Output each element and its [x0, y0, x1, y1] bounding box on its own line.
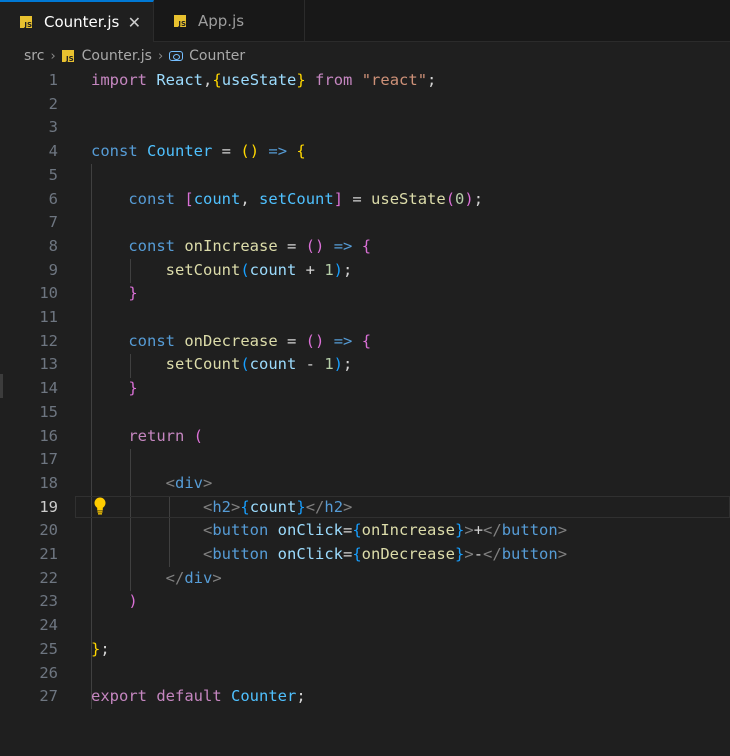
code-line-17: 17: [39, 450, 58, 469]
breadcrumb-symbol-label: Counter: [189, 48, 246, 64]
code-line-12: 12 const onDecrease = () => {: [39, 331, 372, 350]
code-line-15: 15: [39, 402, 58, 421]
code-line-1: 1 import React,{useState} from "react";: [48, 71, 437, 89]
code-line-8: 8 const onIncrease = () => {: [48, 236, 372, 255]
code-line-5: 5: [48, 165, 58, 184]
code-line-25: 25};: [39, 639, 110, 658]
code-line-7: 7: [48, 213, 58, 232]
js-file-icon: [20, 16, 32, 29]
code-line-26: 26: [39, 663, 58, 682]
code-line-23: 23 ): [39, 592, 138, 611]
chevron-right-icon: ›: [157, 48, 164, 64]
js-file-icon: [174, 15, 186, 28]
code-line-10: 10 }: [39, 284, 138, 303]
chevron-right-icon: ›: [50, 48, 56, 64]
code-line-19: 19 <h2>{count}</h2>: [0, 495, 730, 520]
code-line-13: 13 setCount(count - 1);: [39, 355, 353, 374]
code-line-9: 9 setCount(count + 1);: [48, 260, 353, 279]
breadcrumb-symbol[interactable]: Counter: [169, 48, 245, 64]
tab-label: App.js: [198, 12, 245, 30]
code-line-11: 11: [39, 308, 58, 326]
code-line-2: 2: [48, 94, 58, 113]
tab-counter-js[interactable]: Counter.js ✕: [0, 0, 154, 42]
code-line-4: 4 const Counter = () => {: [48, 142, 306, 161]
editor-tab-bar: Counter.js ✕ App.js: [0, 0, 730, 42]
lightbulb-icon[interactable]: [93, 497, 107, 515]
code-line-24: 24: [39, 616, 58, 635]
breadcrumb-file[interactable]: Counter.js: [61, 48, 152, 64]
code-line-3: 3: [48, 118, 58, 137]
code-editor[interactable]: 1 import React,{useState} from "react"; 2…: [0, 69, 730, 756]
code-line-14: 14 }: [39, 379, 138, 398]
breadcrumb-folder[interactable]: src: [24, 48, 44, 64]
js-file-icon: [61, 50, 74, 63]
code-line-20: 20 <button onClick={onIncrease}>+</butto…: [39, 521, 568, 540]
close-icon[interactable]: ✕: [128, 13, 141, 32]
code-line-22: 22 </div>: [39, 568, 222, 587]
code-line-6: 6 const [count, setCount] = useState(0);: [48, 189, 484, 208]
breadcrumb-file-label: Counter.js: [81, 48, 152, 64]
breadcrumb: src › Counter.js › Counter: [0, 42, 730, 70]
code-line-16: 16 return (: [39, 426, 203, 445]
code-line-21: 21 <button onClick={onDecrease}>-</butto…: [39, 545, 568, 563]
code-line-18: 18 <div>: [39, 473, 213, 492]
symbol-variable-icon: [169, 51, 184, 61]
tab-app-js[interactable]: App.js: [154, 0, 305, 42]
code-line-27: 27 export default Counter;: [39, 687, 306, 706]
tab-label: Counter.js: [44, 13, 120, 31]
